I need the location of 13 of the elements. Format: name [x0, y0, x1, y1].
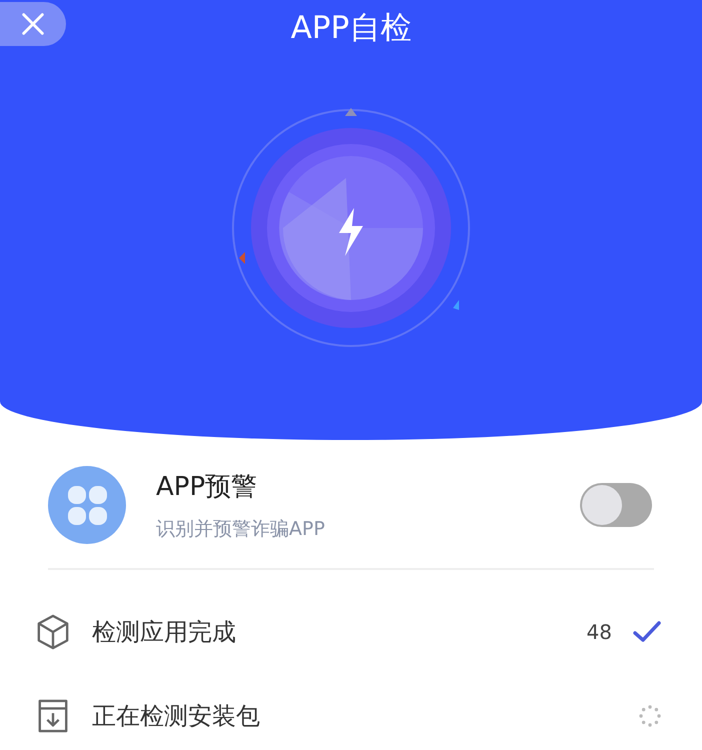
- checkmark-icon: [632, 620, 662, 644]
- toggle-switch[interactable]: [580, 483, 652, 527]
- close-button[interactable]: [0, 2, 66, 46]
- package-download-icon: [36, 697, 70, 735]
- close-icon: [19, 10, 47, 38]
- warning-subtitle: 识别并预警诈骗APP: [156, 516, 326, 542]
- check-label: 检测应用完成: [92, 617, 236, 648]
- app-count: 48: [586, 620, 612, 644]
- page-title: APP自检: [290, 9, 412, 48]
- warning-title: APP预警: [156, 470, 258, 504]
- loading-spinner-icon: [638, 704, 662, 728]
- check-label: 正在检测安装包: [92, 701, 260, 732]
- cube-icon: [36, 613, 70, 651]
